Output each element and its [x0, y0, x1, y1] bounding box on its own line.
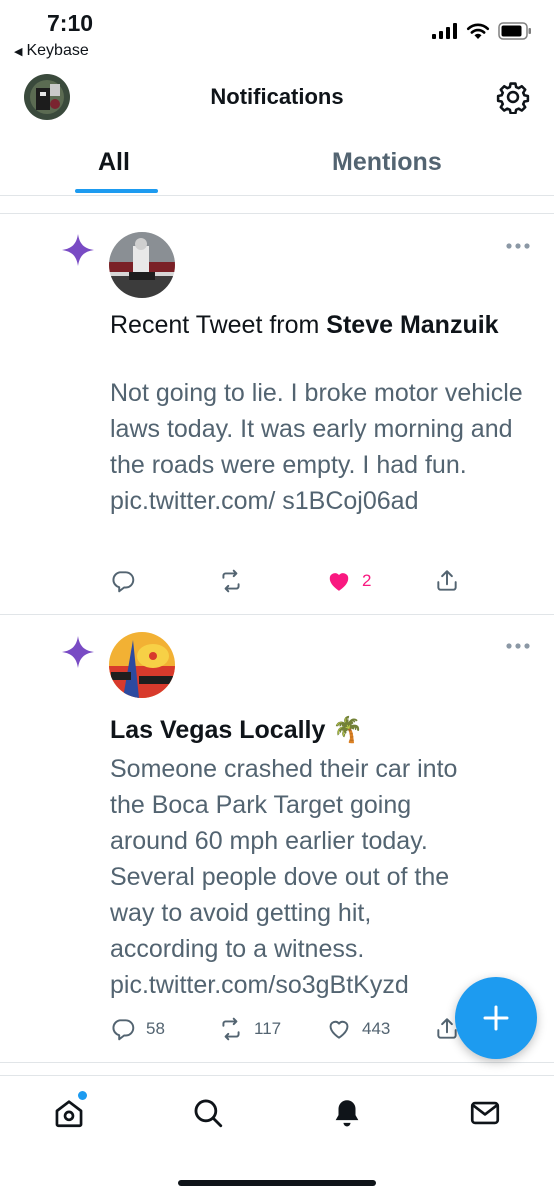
heading-prefix: Recent Tweet from	[110, 311, 327, 339]
user-avatar[interactable]	[109, 632, 175, 698]
retweet-icon	[222, 569, 240, 593]
sparkle-star-icon	[62, 234, 94, 266]
las-vegas-locally-avatar-image	[109, 632, 175, 698]
reply-button[interactable]	[110, 568, 146, 594]
bottom-navigation	[0, 1075, 554, 1200]
like-count: 443	[362, 1019, 391, 1038]
status-time: 7:10	[47, 10, 94, 36]
back-to-app[interactable]: ◀ Keybase	[14, 42, 89, 60]
share-button[interactable]	[434, 568, 460, 594]
like-button[interactable]: 443	[326, 1016, 390, 1042]
heart-outline-icon	[329, 1020, 349, 1039]
back-app-label: Keybase	[26, 42, 89, 59]
settings-button[interactable]	[496, 80, 530, 115]
notification-tabs: All Mentions	[0, 136, 554, 196]
tab-all[interactable]: All	[98, 148, 130, 177]
heart-filled-icon	[329, 573, 349, 591]
more-options-icon[interactable]	[505, 242, 531, 250]
list-divider	[0, 1062, 554, 1063]
retweet-count: 117	[254, 1019, 282, 1038]
sparkle-star-icon	[62, 636, 94, 668]
author-name[interactable]: Steve Manzuik	[326, 311, 498, 339]
battery-icon	[498, 22, 531, 40]
like-button[interactable]: 2	[326, 568, 371, 594]
list-divider	[0, 213, 554, 214]
tweet-text[interactable]: Not going to lie. I broke motor vehicle …	[110, 375, 530, 519]
back-triangle-icon: ◀	[14, 45, 23, 58]
tweet-text[interactable]: Someone crashed their car into the Boca …	[110, 751, 470, 1003]
status-icons	[432, 22, 532, 40]
page-title: Notifications	[210, 84, 344, 109]
notification-heading: Las Vegas Locally 🌴	[110, 712, 530, 748]
notification-heading: Recent Tweet from Steve Manzuik	[110, 307, 530, 343]
messages-icon[interactable]	[468, 1096, 502, 1130]
reply-icon	[112, 1019, 135, 1041]
search-icon[interactable]	[191, 1096, 225, 1130]
steve-manzuik-avatar-image	[109, 232, 175, 298]
author-name[interactable]: Las Vegas Locally 🌴	[110, 716, 363, 744]
home-indicator	[178, 1180, 376, 1186]
list-divider	[0, 614, 554, 615]
cellular-signal-icon	[432, 23, 457, 39]
retweet-button[interactable]	[218, 568, 254, 594]
tab-mentions[interactable]: Mentions	[332, 148, 442, 177]
reply-button[interactable]: 58	[110, 1016, 165, 1042]
home-unread-dot	[78, 1091, 87, 1100]
like-count: 2	[362, 571, 372, 590]
retweet-button[interactable]: 117	[218, 1016, 281, 1042]
share-icon	[437, 570, 457, 591]
home-icon[interactable]	[52, 1096, 86, 1130]
active-tab-indicator	[75, 189, 158, 193]
plus-icon	[483, 1005, 509, 1031]
more-options-icon[interactable]	[505, 642, 531, 650]
user-avatar[interactable]	[109, 232, 175, 298]
wifi-icon	[466, 23, 490, 39]
notifications-bell-icon[interactable]	[330, 1096, 364, 1130]
reply-count: 58	[146, 1019, 165, 1038]
gear-icon	[496, 82, 530, 115]
compose-button[interactable]	[455, 977, 537, 1059]
retweet-icon	[222, 1017, 240, 1041]
reply-icon	[112, 571, 135, 593]
